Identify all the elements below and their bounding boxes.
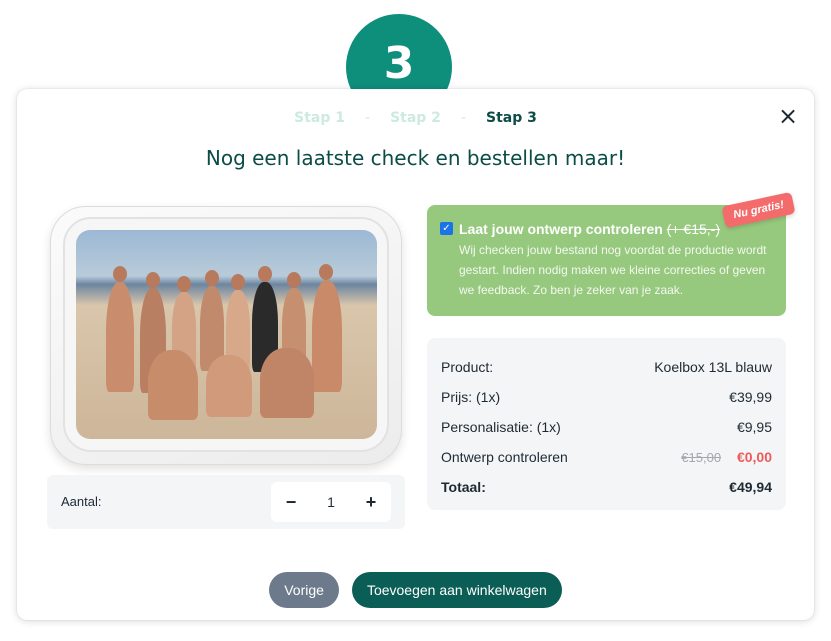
review-old-price: (+ €15,-) [666, 221, 720, 237]
review-new-price: €0,00 [736, 449, 772, 465]
review-description: Wij checken jouw bestand nog voordat de … [459, 243, 767, 297]
product-image [50, 206, 402, 465]
review-checkbox[interactable]: ✓ [440, 222, 453, 235]
step-2[interactable]: Stap 2 [390, 110, 441, 126]
step-indicator: Stap 1 - Stap 2 - Stap 3 [17, 110, 814, 126]
step-separator: - [460, 110, 466, 126]
previous-button[interactable]: Vorige [269, 572, 339, 608]
quantity-label: Aantal: [61, 494, 102, 509]
add-to-cart-button[interactable]: Toevoegen aan winkelwagen [351, 572, 562, 608]
review-title-text: Laat jouw ontwerp controleren [459, 221, 663, 237]
summary-row: Prijs: (1x) €39,99 [441, 382, 772, 412]
page-title: Nog een laatste check en bestellen maar! [205, 146, 626, 170]
summary-total-row: Totaal: €49,94 [441, 472, 772, 502]
summary-label: Ontwerp controleren [441, 449, 568, 465]
quantity-value[interactable]: 1 [316, 494, 346, 510]
quantity-row: Aantal: − 1 + [47, 475, 405, 529]
summary-row: Personalisatie: (1x) €9,95 [441, 412, 772, 442]
action-buttons: Vorige Toevoegen aan winkelwagen [17, 572, 814, 608]
step-separator: - [365, 110, 371, 126]
summary-row-review: Ontwerp controleren €15,00 €0,00 [441, 442, 772, 472]
summary-review-prices: €15,00 €0,00 [681, 449, 772, 465]
quantity-stepper: − 1 + [271, 482, 391, 522]
summary-value: €39,99 [729, 389, 772, 405]
summary-value: €9,95 [736, 419, 772, 435]
summary-label: Personalisatie: (1x) [441, 419, 561, 435]
total-label: Totaal: [441, 479, 486, 495]
step-1[interactable]: Stap 1 [294, 110, 345, 126]
step-3: Stap 3 [485, 110, 537, 126]
order-modal: × Stap 1 - Stap 2 - Stap 3 Nog een laats… [17, 89, 814, 620]
review-old-price: €15,00 [681, 450, 722, 465]
custom-photo [76, 230, 377, 439]
total-value: €49,94 [729, 479, 772, 495]
increase-button[interactable]: + [361, 492, 381, 513]
order-summary: Product: Koelbox 13L blauw Prijs: (1x) €… [427, 338, 786, 510]
summary-label: Prijs: (1x) [441, 389, 501, 405]
decrease-button[interactable]: − [281, 492, 301, 513]
summary-label: Product: [441, 359, 494, 375]
summary-value: Koelbox 13L blauw [654, 359, 772, 375]
summary-row: Product: Koelbox 13L blauw [441, 352, 772, 382]
